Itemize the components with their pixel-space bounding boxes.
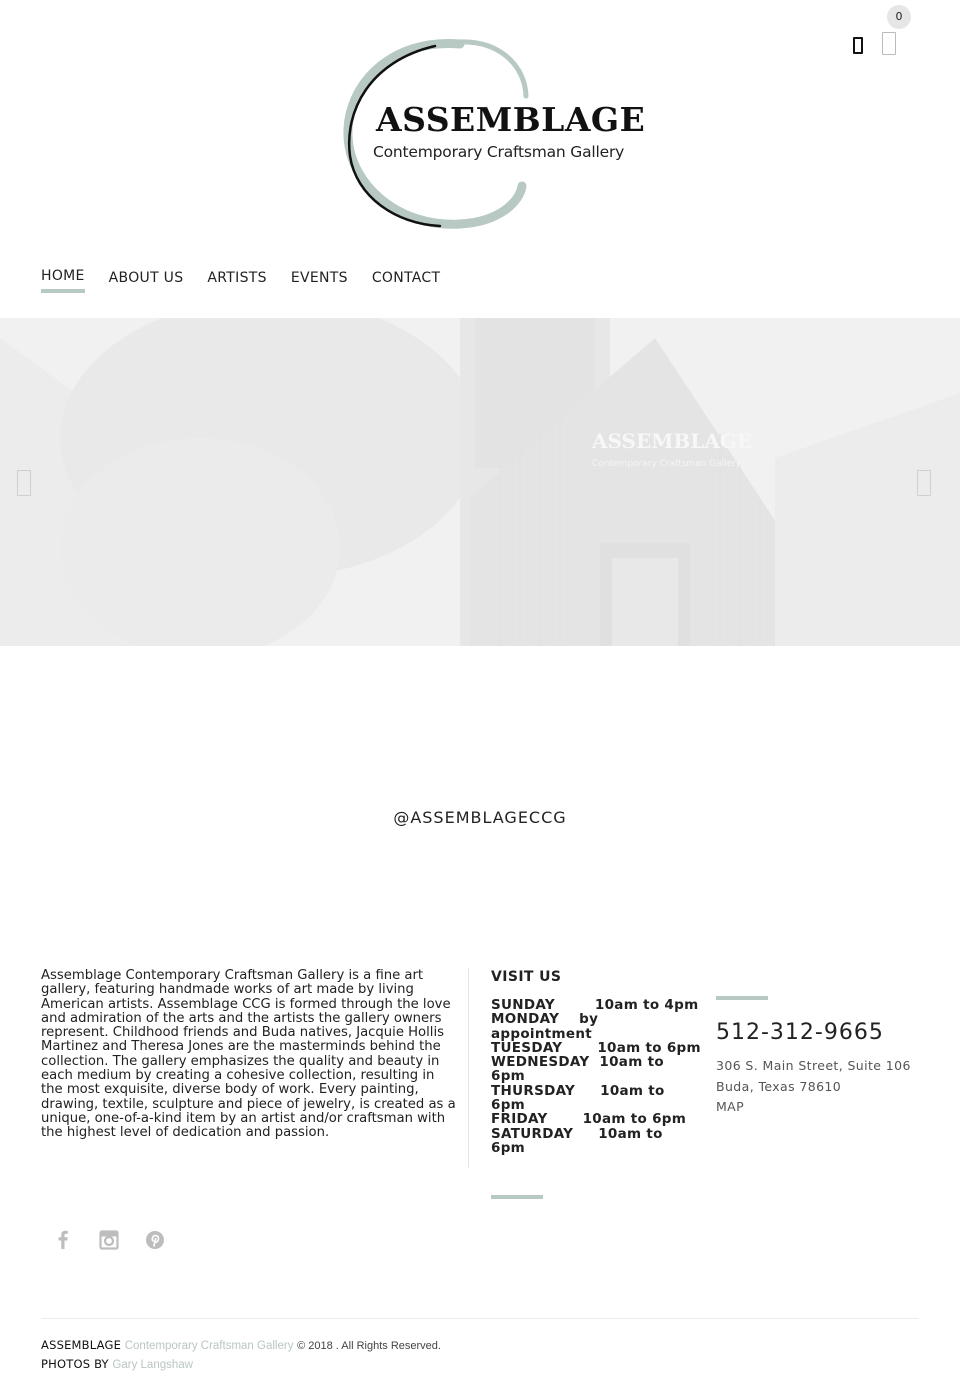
facebook-icon[interactable] bbox=[52, 1229, 74, 1251]
map-link[interactable]: MAP bbox=[716, 1097, 911, 1118]
footer-divider bbox=[41, 1318, 919, 1319]
instagram-icon[interactable] bbox=[98, 1229, 120, 1251]
hours-row: SATURDAY 10am to 6pm bbox=[491, 1126, 701, 1156]
hours-row: TUESDAY 10am to 6pm bbox=[491, 1041, 701, 1055]
visit-us-title: VISIT US bbox=[491, 969, 562, 985]
copyright-line: ASSEMBLAGE Contemporary Craftsman Galler… bbox=[41, 1338, 441, 1352]
hours-row: SUNDAY 10am to 4pm bbox=[491, 998, 701, 1012]
hours-time: 10am to 4pm bbox=[594, 997, 699, 1013]
hours-gap bbox=[589, 1054, 599, 1070]
social-links bbox=[52, 1229, 190, 1251]
nav-item-contact[interactable]: CONTACT bbox=[372, 270, 441, 294]
hours-gap bbox=[575, 1083, 600, 1099]
nav-item-artists[interactable]: ARTISTS bbox=[207, 270, 266, 294]
hero-sign-subtitle: Contemporary Craftsman Gallery bbox=[592, 459, 742, 469]
hours-row: FRIDAY 10am to 6pm bbox=[491, 1112, 701, 1126]
opening-hours: SUNDAY 10am to 4pm MONDAY by appointment… bbox=[491, 998, 701, 1155]
hero-gallery-photo: ASSEMBLAGE Contemporary Craftsman Galler… bbox=[0, 318, 960, 646]
cart-count-badge: 0 bbox=[887, 5, 911, 29]
main-nav: HOME ABOUT US ARTISTS EVENTS CONTACT bbox=[41, 268, 464, 294]
photos-by-label: PHOTOS BY bbox=[41, 1357, 109, 1371]
nav-item-home[interactable]: HOME bbox=[41, 268, 85, 293]
nav-item-about-us[interactable]: ABOUT US bbox=[109, 270, 184, 294]
logo-subtitle: Contemporary Craftsman Gallery bbox=[373, 143, 625, 161]
nav-item-events[interactable]: EVENTS bbox=[291, 270, 348, 294]
instagram-handle-link[interactable]: @ASSEMBLAGECCG bbox=[0, 808, 960, 827]
logo-title: ASSEMBLAGE bbox=[376, 100, 646, 139]
visit-us-section: VISIT US SUNDAY 10am to 4pm MONDAY by ap… bbox=[491, 969, 701, 1155]
site-logo[interactable]: ASSEMBLAGE Contemporary Craftsman Galler… bbox=[340, 36, 645, 231]
hours-row: MONDAY by appointment bbox=[491, 1012, 701, 1041]
slider-prev-arrow-icon[interactable] bbox=[17, 470, 31, 496]
hero-sign-title: ASSEMBLAGE bbox=[591, 429, 752, 453]
hours-row: WEDNESDAY 10am to 6pm bbox=[491, 1055, 701, 1084]
copyright-text: © 2018 . All Rights Reserved. bbox=[297, 1340, 441, 1352]
contact-accent-bar bbox=[716, 996, 768, 1000]
hero-slider: ASSEMBLAGE Contemporary Craftsman Galler… bbox=[0, 318, 960, 646]
slider-next-arrow-icon[interactable] bbox=[917, 470, 931, 496]
address-line-2: Buda, Texas 78610 bbox=[716, 1078, 842, 1094]
photographer-link[interactable]: Gary Langshaw bbox=[112, 1359, 193, 1371]
visit-accent-bar bbox=[491, 1195, 543, 1199]
address-line-1: 306 S. Main Street, Suite 106 bbox=[716, 1058, 911, 1073]
footer-brand: ASSEMBLAGE bbox=[41, 1338, 122, 1352]
column-divider bbox=[468, 968, 469, 1168]
footer-brand-tagline-link[interactable]: Contemporary Craftsman Gallery bbox=[125, 1340, 294, 1352]
hours-row: THURSDAY 10am to 6pm bbox=[491, 1084, 701, 1113]
pinterest-icon[interactable] bbox=[144, 1229, 166, 1251]
address-block: 306 S. Main Street, Suite 106 Buda, Texa… bbox=[716, 1056, 911, 1118]
about-text: Assemblage Contemporary Craftsman Galler… bbox=[41, 968, 456, 1141]
hours-gap bbox=[573, 1126, 598, 1142]
user-icon[interactable] bbox=[853, 37, 863, 54]
cart-icon[interactable] bbox=[882, 32, 896, 55]
photo-credits: PHOTOS BY Gary Langshaw bbox=[41, 1357, 193, 1371]
phone-number[interactable]: 512-312-9665 bbox=[716, 1020, 884, 1045]
